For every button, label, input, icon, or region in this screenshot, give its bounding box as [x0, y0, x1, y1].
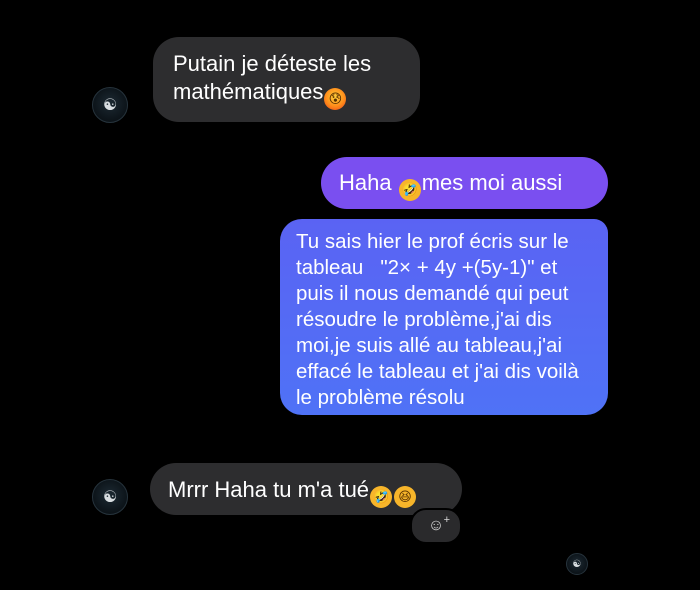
message-line: effacé le tableau et j'ai dis voilà: [296, 360, 579, 383]
message-text: mes moi aussi: [421, 170, 563, 195]
message-line: puis il nous demandé qui peut: [296, 282, 569, 305]
plus-icon: +: [443, 514, 450, 526]
anxious-face-emoji-icon: 😰: [324, 88, 347, 110]
rolling-laughing-emoji-icon: 🤣: [370, 486, 393, 508]
message-bubble-incoming[interactable]: Putain je déteste les mathématiques 😰: [153, 37, 420, 122]
message-bubble-outgoing[interactable]: Haha 🤣 mes moi aussi: [321, 157, 608, 209]
avatar-icon: ☯: [102, 489, 118, 506]
contact-avatar[interactable]: ☯: [92, 87, 128, 123]
add-reaction-button[interactable]: ☺ +: [410, 508, 462, 544]
message-line: moi,je suis allé au tableau,j'ai: [296, 334, 563, 357]
message-line: Tu sais hier le prof écris sur le: [296, 230, 569, 253]
contact-avatar[interactable]: ☯: [92, 479, 128, 515]
message-bubble-outgoing-long[interactable]: Tu sais hier le prof écris sur le tablea…: [280, 219, 608, 415]
message-text-line: mathématiques 😰: [173, 78, 400, 110]
message-text: Mrrr Haha tu m'a tué: [168, 477, 370, 502]
message-text-line: Putain je déteste les: [173, 51, 372, 76]
grinning-squinting-emoji-icon: 😆: [394, 486, 417, 508]
seen-avatar: ☯: [566, 553, 588, 575]
seen-avatar-icon: ☯: [572, 558, 582, 570]
chat-thread: ☯ Putain je déteste les mathématiques 😰 H…: [0, 0, 700, 590]
message-line: le problème résolu: [296, 386, 465, 409]
rolling-laughing-emoji-icon: 🤣: [398, 179, 421, 201]
message-line: tableau "2× + 4y +(5y-1)" et: [296, 256, 558, 279]
message-bubble-incoming[interactable]: Mrrr Haha tu m'a tué 🤣 😆: [150, 463, 462, 515]
message-line: résoudre le problème,j'ai dis: [296, 308, 552, 331]
add-reaction-icon: ☺: [427, 517, 445, 534]
avatar-icon: ☯: [102, 97, 118, 114]
message-text: Haha: [339, 170, 392, 195]
